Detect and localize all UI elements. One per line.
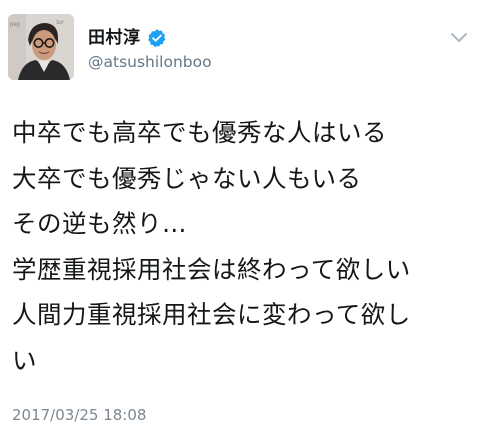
tweet-text-line: い [12,345,37,375]
tweet-text-line: その逆も然り… [12,209,187,238]
svg-text:pep: pep [10,22,21,28]
svg-text:Sef: Sef [56,20,64,26]
avatar[interactable]: pep Sef [8,14,74,80]
author-display-name[interactable]: 田村淳 [88,28,167,48]
avatar-photo-icon: pep Sef [8,14,74,80]
tweet-text-line: 大卒でも優秀じゃない人もいる [12,163,362,193]
author-name-text: 田村淳 [88,28,141,48]
tweet-text-line: 学歴重視採用社会は終わって欲しい [12,254,411,284]
tweet-text-line: 人間力重視採用社会に変わって欲し [12,300,411,329]
chevron-down-icon[interactable] [450,32,468,44]
tweet-timestamp[interactable]: 2017/03/25 18:08 [12,404,146,426]
tweet-card: pep Sef 田村淳 @atsushilonboo 中卒でも高卒でも優秀な人は… [0,0,480,436]
verified-badge-icon [147,29,165,48]
tweet-text: 中卒でも高卒でも優秀な人はいる 大卒でも優秀じゃない人もいる その逆も然り… 学… [12,110,472,383]
author-handle[interactable]: @atsushilonboo [88,52,212,72]
tweet-text-line: 中卒でも高卒でも優秀な人はいる [12,118,387,147]
